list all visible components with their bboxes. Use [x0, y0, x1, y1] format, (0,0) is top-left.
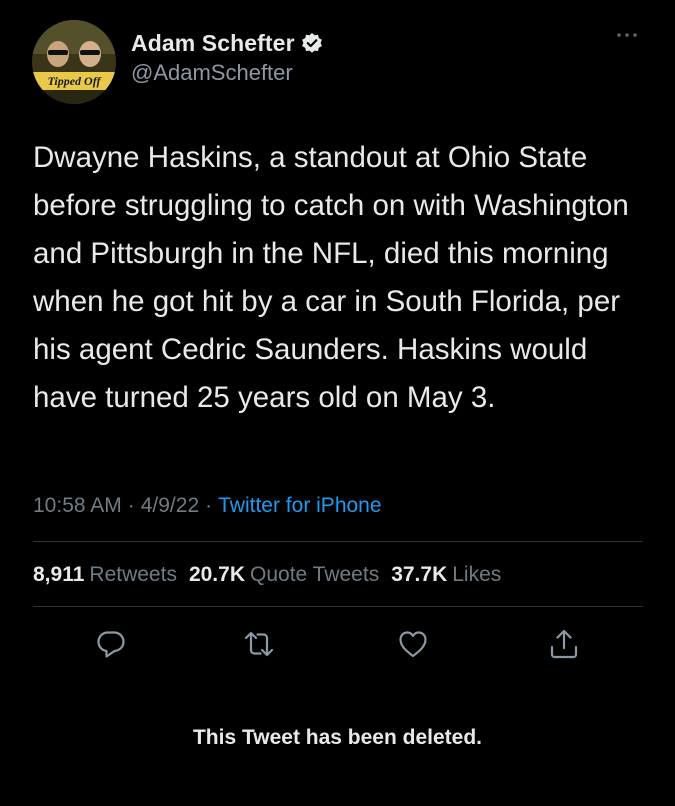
avatar[interactable]: Tipped Off — [32, 20, 116, 104]
retweets-label: Retweets — [89, 563, 177, 586]
tweet-card: Tipped Off Adam Schefter @AdamSchefter D… — [0, 0, 675, 806]
tweet-meta: 10:58 AM · 4/9/22 · Twitter for iPhone — [33, 494, 382, 518]
divider-bottom — [33, 606, 643, 607]
tweet-date[interactable]: 4/9/22 — [141, 494, 199, 518]
avatar-caption: Tipped Off — [48, 74, 102, 88]
likes-count: 37.7K — [391, 563, 448, 586]
tweet-stats: 8,911 Retweets 20.7K Quote Tweets 37.7K Lik… — [33, 563, 501, 587]
quote-label: Quote Tweets — [250, 563, 380, 586]
retweets-count: 8,911 — [33, 563, 85, 586]
share-icon[interactable] — [548, 628, 580, 660]
tweet-time[interactable]: 10:58 AM — [33, 494, 122, 518]
quote-tweets-stat[interactable]: 20.7K Quote Tweets — [189, 563, 379, 587]
retweets-stat[interactable]: 8,911 Retweets — [33, 563, 177, 587]
action-bar — [0, 628, 675, 668]
quote-count: 20.7K — [188, 563, 245, 586]
avatar-image: Tipped Off — [32, 20, 116, 104]
divider-top — [33, 541, 643, 542]
meta-separator-2: · — [205, 494, 213, 517]
tweet-text: Dwayne Haskins, a standout at Ohio State… — [33, 141, 629, 414]
likes-stat[interactable]: 37.7K Likes — [391, 563, 501, 587]
likes-label: Likes — [452, 563, 502, 586]
name-row: Adam Schefter — [131, 28, 323, 58]
tweet-source-link[interactable]: Twitter for iPhone — [218, 494, 381, 518]
retweet-icon[interactable] — [243, 628, 275, 660]
deleted-notice: This Tweet has been deleted. — [192, 726, 483, 749]
more-options-icon[interactable] — [615, 28, 639, 42]
meta-separator: · — [127, 494, 135, 517]
verified-badge-icon — [301, 32, 323, 54]
author-block: Adam Schefter @AdamSchefter — [131, 28, 323, 86]
like-icon[interactable] — [397, 628, 429, 660]
display-name[interactable]: Adam Schefter — [131, 30, 295, 57]
reply-icon[interactable] — [95, 628, 127, 660]
handle[interactable]: @AdamSchefter — [131, 60, 323, 86]
